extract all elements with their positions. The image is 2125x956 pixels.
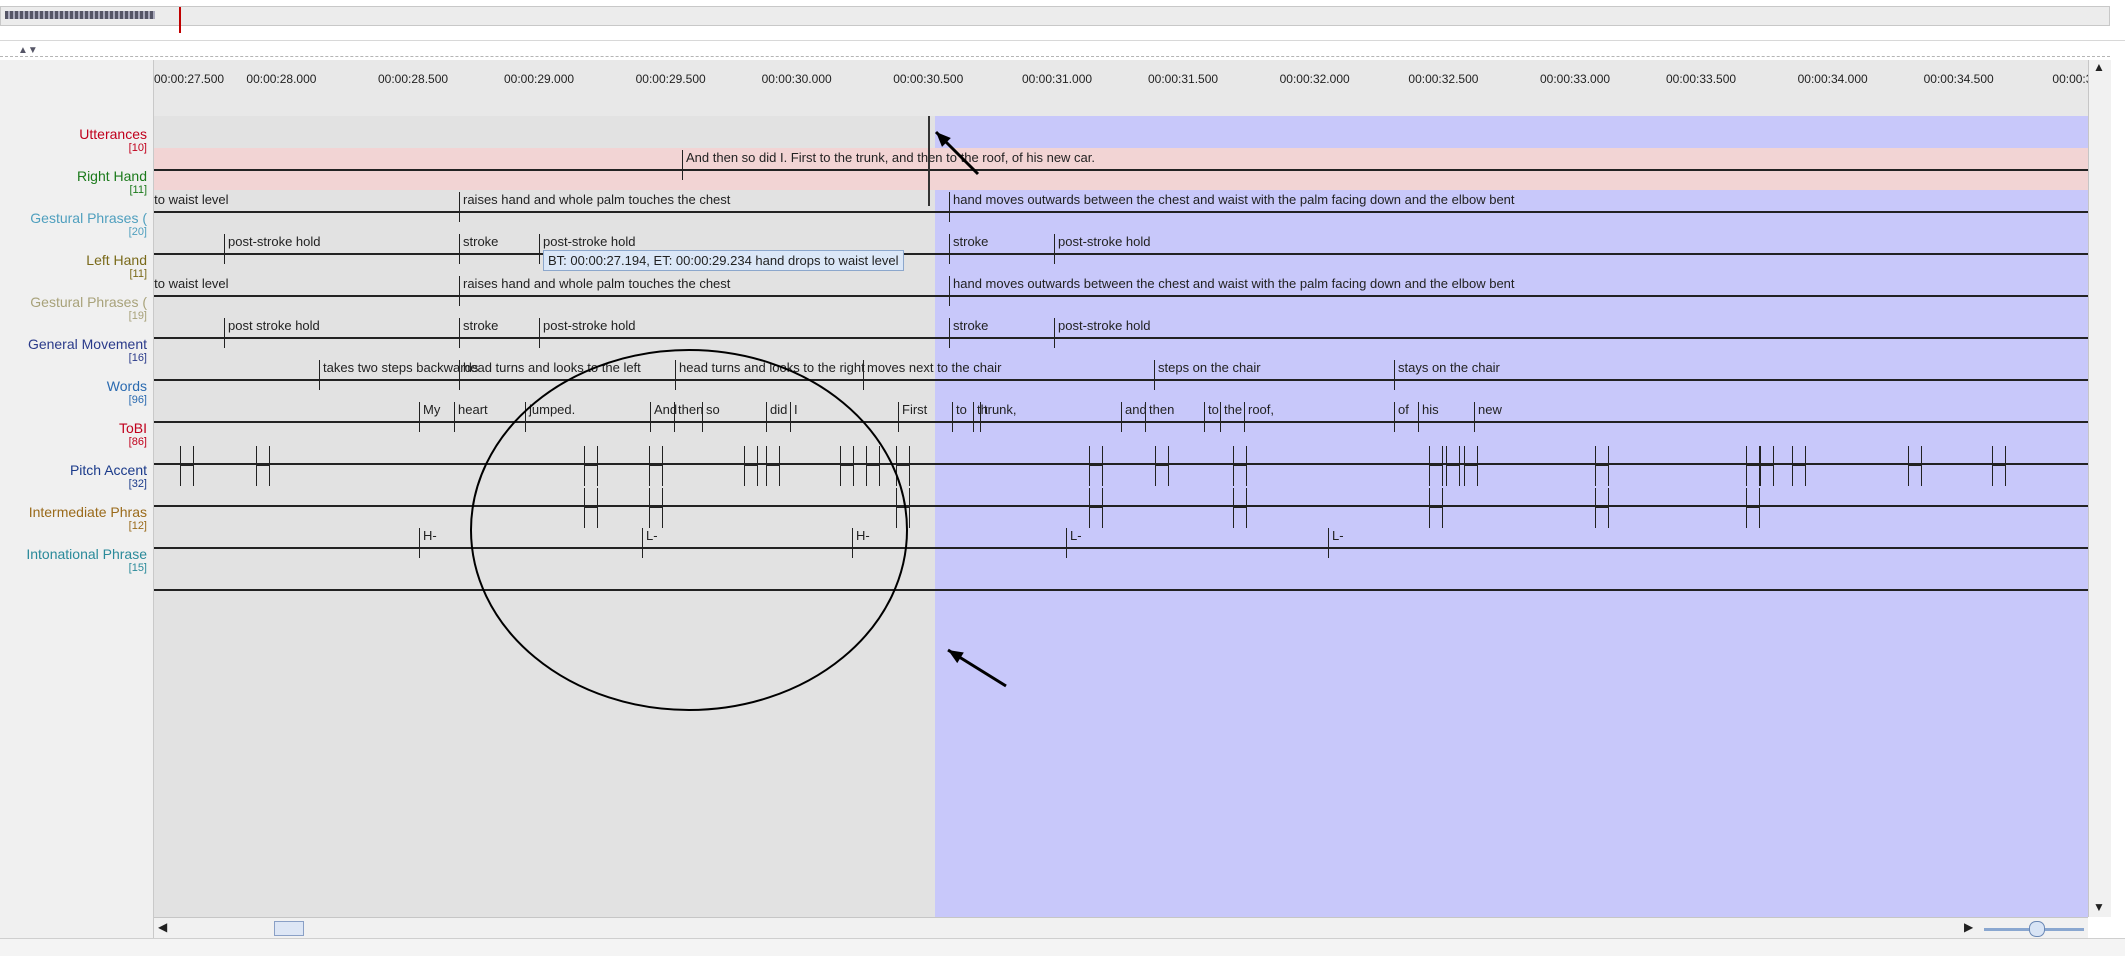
- tier-name[interactable]: Intermediate Phras: [29, 504, 147, 520]
- tier-name[interactable]: Utterances: [79, 126, 147, 142]
- scroll-right-icon[interactable]: ▶: [1964, 920, 1973, 934]
- zoom-slider[interactable]: [1984, 921, 2084, 937]
- tier-count: [11]: [129, 268, 147, 280]
- tier-name[interactable]: Pitch Accent: [70, 462, 147, 478]
- tier-count: [96]: [128, 394, 147, 406]
- scroll-left-icon[interactable]: ◀: [158, 920, 167, 934]
- tier-header-panel: Utterances [10] Right Hand [11] Gestural Phr…: [0, 60, 154, 938]
- zoom-knob[interactable]: [2029, 921, 2045, 937]
- tier-count: [10]: [128, 142, 147, 154]
- highlight-ellipse: [470, 349, 908, 711]
- overlay-drawing: [470, 130, 1007, 711]
- tier-count: [86]: [128, 436, 147, 448]
- tier-count: [32]: [128, 478, 147, 490]
- scroll-up-icon[interactable]: ▲: [2093, 60, 2105, 74]
- scroll-thumb[interactable]: [274, 921, 304, 936]
- tier-name[interactable]: Left Hand: [86, 252, 147, 268]
- status-bar: [0, 938, 2125, 956]
- tier-name[interactable]: General Movement: [28, 336, 147, 352]
- tier-count: [11]: [129, 184, 147, 196]
- arrow-head: [948, 650, 964, 664]
- tier-count: [20]: [128, 226, 147, 238]
- horizontal-scrollbar[interactable]: ◀ ▶: [154, 917, 2088, 939]
- timeline-viewer[interactable]: 00:00:27.500 00:00:28.000 00:00:28.500 00:0…: [154, 60, 2088, 917]
- collapse-icon[interactable]: ▲▼: [18, 45, 38, 56]
- overview-bar[interactable]: [0, 6, 2110, 33]
- overview-cursor[interactable]: [179, 7, 181, 33]
- tier-count: [19]: [128, 310, 147, 322]
- tier-name[interactable]: Words: [107, 378, 147, 394]
- tier-count: [16]: [128, 352, 147, 364]
- tier-count: [12]: [128, 520, 147, 532]
- tier-name[interactable]: Gestural Phrases (: [30, 294, 147, 310]
- separator-line: [0, 42, 2110, 57]
- tier-name[interactable]: ToBI: [119, 420, 147, 436]
- tier-name[interactable]: Intonational Phrase: [26, 546, 147, 562]
- tier-name[interactable]: Gestural Phrases (: [30, 210, 147, 226]
- vertical-scrollbar[interactable]: ▲ ▼: [2088, 60, 2111, 917]
- scroll-down-icon[interactable]: ▼: [2093, 900, 2105, 914]
- tier-count: [15]: [128, 562, 147, 574]
- tier-name[interactable]: Right Hand: [77, 168, 147, 184]
- toolbar: ▲▼: [0, 0, 2125, 57]
- overview-thumbnail: [5, 11, 155, 19]
